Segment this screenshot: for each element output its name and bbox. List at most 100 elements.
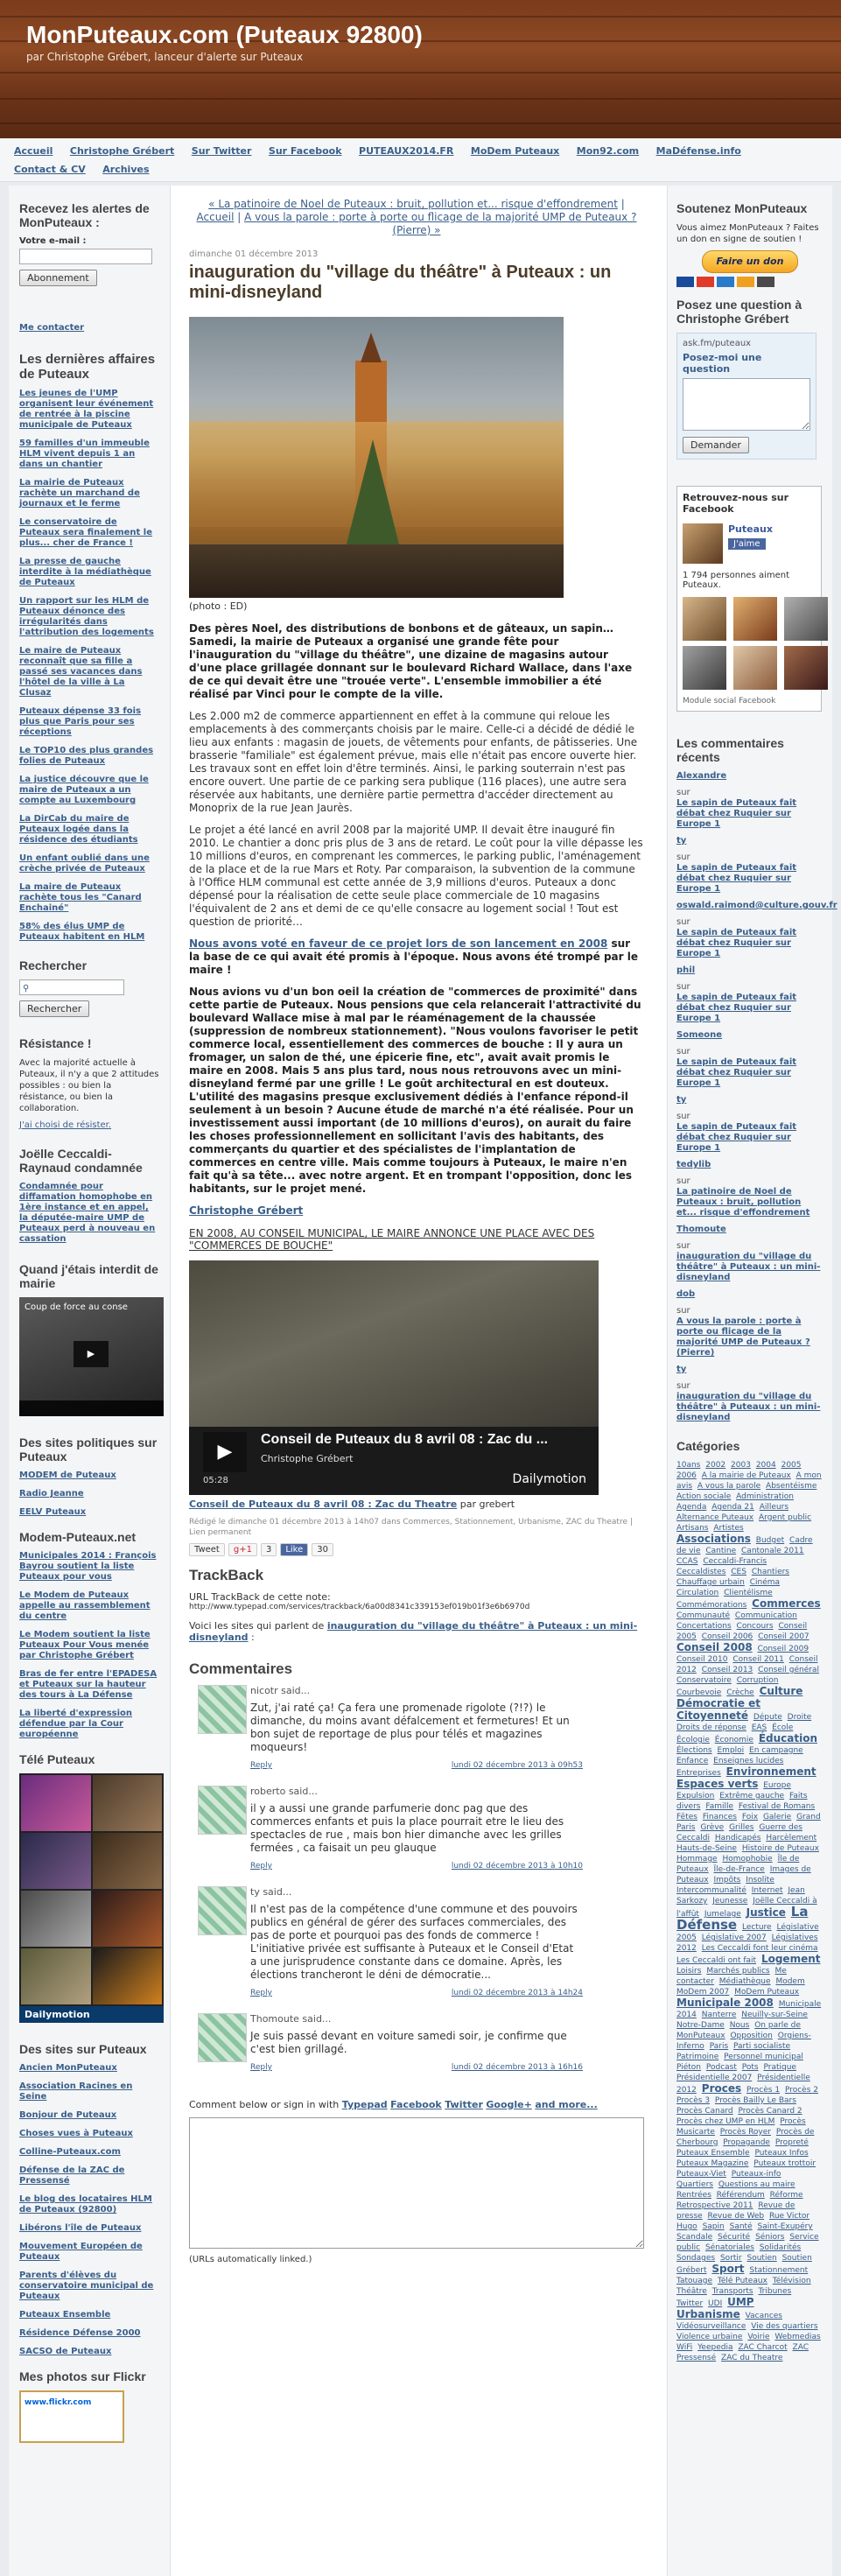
resist-link[interactable]: J'ai choisi de résister.	[19, 1120, 159, 1131]
category-link[interactable]: Modem	[775, 1977, 804, 1986]
category-link[interactable]: Homophobie	[722, 1855, 772, 1864]
modem-link[interactable]: Bras de fer entre l'EPADESA et Puteaux s…	[19, 1669, 159, 1701]
category-link[interactable]: 2003	[731, 1461, 751, 1470]
category-link[interactable]: Scandale	[676, 2233, 712, 2242]
category-link[interactable]: Démocratie et Citoyenneté	[676, 1697, 760, 1722]
category-link[interactable]: Ceccaldi-Francis	[703, 1557, 767, 1566]
nav-accueil[interactable]: Accueil	[14, 145, 53, 157]
site-link[interactable]: Mouvement Européen de Puteaux	[19, 2242, 159, 2263]
council-video[interactable]: ▶ Conseil de Puteaux du 8 avril 08 : Zac…	[189, 1260, 599, 1495]
category-link[interactable]: Grève	[700, 1823, 724, 1832]
interdit-video[interactable]: Coup de force au conse ▶	[19, 1297, 164, 1416]
category-link[interactable]: Culture	[760, 1685, 803, 1697]
site-link[interactable]: SACSO de Puteaux	[19, 2347, 159, 2357]
category-link[interactable]: Cinéma	[750, 1578, 780, 1587]
category-link[interactable]: Procès Bailly Le Bars	[715, 2096, 796, 2105]
category-link[interactable]: 2005	[781, 1461, 802, 1470]
category-link[interactable]: Conseil 2008	[676, 1641, 753, 1653]
nav-facebook[interactable]: Sur Facebook	[269, 145, 342, 157]
category-link[interactable]: Finances	[703, 1813, 737, 1821]
category-link[interactable]: ZAC Charcot	[738, 2343, 787, 2352]
category-link[interactable]: Paris	[710, 2042, 728, 2051]
category-link[interactable]: Médiathèque	[719, 1977, 771, 1986]
category-link[interactable]: 2006	[676, 1471, 697, 1480]
category-link[interactable]: Retrospective 2011	[676, 2201, 753, 2210]
category-link[interactable]: Circulation	[676, 1589, 718, 1597]
category-link[interactable]: Conseil général	[758, 1666, 819, 1674]
fb-like-btn[interactable]: J'aime	[728, 538, 766, 550]
category-link[interactable]: Députe	[753, 1713, 782, 1722]
recent-commenter[interactable]: Someone	[676, 1030, 823, 1041]
category-link[interactable]: UMP	[727, 2296, 753, 2308]
category-link[interactable]: 10ans	[676, 1461, 700, 1470]
nav-twitter[interactable]: Sur Twitter	[192, 145, 252, 157]
category-link[interactable]: Associations	[676, 1533, 751, 1545]
affair-link[interactable]: Le TOP10 des plus grandes folies de Pute…	[19, 746, 159, 767]
category-link[interactable]: Impôts	[713, 1876, 740, 1885]
category-link[interactable]: Sondages	[676, 2254, 715, 2263]
site-link[interactable]: Choses vues à Puteaux	[19, 2129, 159, 2139]
category-link[interactable]: Foix	[742, 1813, 758, 1821]
category-link[interactable]: Vie des quartiers	[751, 2322, 817, 2331]
category-link[interactable]: Nanterre	[702, 2011, 737, 2019]
recent-post-link[interactable]: Le sapin de Puteaux fait débat chez Ruqu…	[676, 1122, 823, 1154]
category-link[interactable]: Enfance	[676, 1757, 708, 1765]
category-link[interactable]: Clientélisme	[724, 1589, 773, 1597]
donate-button[interactable]: Faire un don	[702, 250, 798, 273]
category-link[interactable]: Famille	[705, 1802, 733, 1811]
affair-link[interactable]: La presse de gauche interdite à la média…	[19, 557, 159, 588]
category-link[interactable]: Conservatoire	[676, 1676, 732, 1685]
category-link[interactable]: Sport	[711, 2263, 744, 2275]
modem-link[interactable]: Le Modem soutient la liste Puteaux Pour …	[19, 1630, 159, 1661]
category-link[interactable]: Notre-Dame	[676, 2021, 725, 2030]
video-link[interactable]: Conseil de Puteaux du 8 avril 08 : Zac d…	[189, 1499, 457, 1510]
recent-post-link[interactable]: La patinoire de Noel de Puteaux : bruit,…	[676, 1187, 823, 1218]
vote-link[interactable]: Nous avons voté en faveur de ce projet l…	[189, 937, 607, 950]
home-link[interactable]: Accueil	[197, 211, 235, 223]
recent-post-link[interactable]: Le sapin de Puteaux fait débat chez Ruqu…	[676, 993, 823, 1024]
facebook-login[interactable]: Facebook	[390, 2099, 442, 2110]
category-link[interactable]: Revue de Web	[708, 2212, 765, 2221]
category-link[interactable]: Vidéosurveillance	[676, 2322, 746, 2331]
category-link[interactable]: Procès 3	[676, 2096, 710, 2105]
category-link[interactable]: Artistes	[713, 1524, 743, 1533]
category-link[interactable]: Télévision	[773, 2277, 811, 2285]
site-link[interactable]: Le blog des locataires HLM de Puteaux (9…	[19, 2194, 159, 2215]
recent-commenter[interactable]: Thomoute	[676, 1225, 823, 1235]
category-link[interactable]: Puteaux Infos	[754, 2149, 808, 2158]
category-link[interactable]: Voirie	[747, 2333, 769, 2341]
tele-grid[interactable]	[19, 1773, 164, 2006]
recent-post-link[interactable]: Le sapin de Puteaux fait débat chez Ruqu…	[676, 1057, 823, 1089]
category-link[interactable]: Twitter	[676, 2299, 703, 2308]
category-link[interactable]: Ceccaldistes	[676, 1568, 725, 1576]
category-link[interactable]: Saint-Exupéry	[757, 2222, 812, 2231]
affair-link[interactable]: Le maire de Puteaux reconnaît que sa fil…	[19, 646, 159, 698]
category-link[interactable]: Procès 1	[746, 2086, 780, 2095]
comment-date[interactable]: lundi 02 décembre 2013 à 16h16	[452, 2063, 583, 2072]
category-link[interactable]: Marchés publics	[706, 1967, 769, 1976]
category-link[interactable]: Yeepedia	[697, 2343, 732, 2352]
category-link[interactable]: Présidentielle 2007	[676, 2074, 752, 2082]
category-link[interactable]: Référendum	[717, 2191, 765, 2200]
affair-link[interactable]: La justice découvre que le maire de Pute…	[19, 775, 159, 806]
prev-post-link[interactable]: « La patinoire de Noel de Puteaux : brui…	[208, 198, 618, 210]
affair-link[interactable]: Puteaux dépense 33 fois plus que Paris p…	[19, 706, 159, 738]
category-link[interactable]: Réforme	[770, 2191, 803, 2200]
category-link[interactable]: Puteaux-info	[732, 2170, 781, 2179]
site-link[interactable]: Défense de la ZAC de Pressensé	[19, 2165, 159, 2186]
fb-page-avatar[interactable]	[683, 523, 723, 564]
category-link[interactable]: 2002	[705, 1461, 725, 1470]
category-link[interactable]: Alternance Puteaux	[676, 1513, 753, 1522]
category-link[interactable]: Propagande	[723, 2138, 770, 2147]
category-link[interactable]: Hommage	[676, 1855, 718, 1864]
category-link[interactable]: Violence urbaine	[676, 2333, 742, 2341]
category-link[interactable]: Puteaux Ensemble	[676, 2149, 750, 2158]
modem-link[interactable]: Municipales 2014 : François Bayrou souti…	[19, 1551, 159, 1583]
category-link[interactable]: Neuilly-sur-Seine	[741, 2011, 808, 2019]
affair-link[interactable]: La maire de Puteaux rachète tous les "Ca…	[19, 882, 159, 914]
category-link[interactable]: A vous la parole	[697, 1482, 760, 1491]
joelle-link[interactable]: Condamnée pour diffamation homophobe en …	[19, 1182, 159, 1245]
category-link[interactable]: Grilles	[729, 1823, 753, 1832]
category-link[interactable]: Ailleurs	[760, 1503, 788, 1512]
category-link[interactable]: Internet	[752, 1886, 783, 1895]
